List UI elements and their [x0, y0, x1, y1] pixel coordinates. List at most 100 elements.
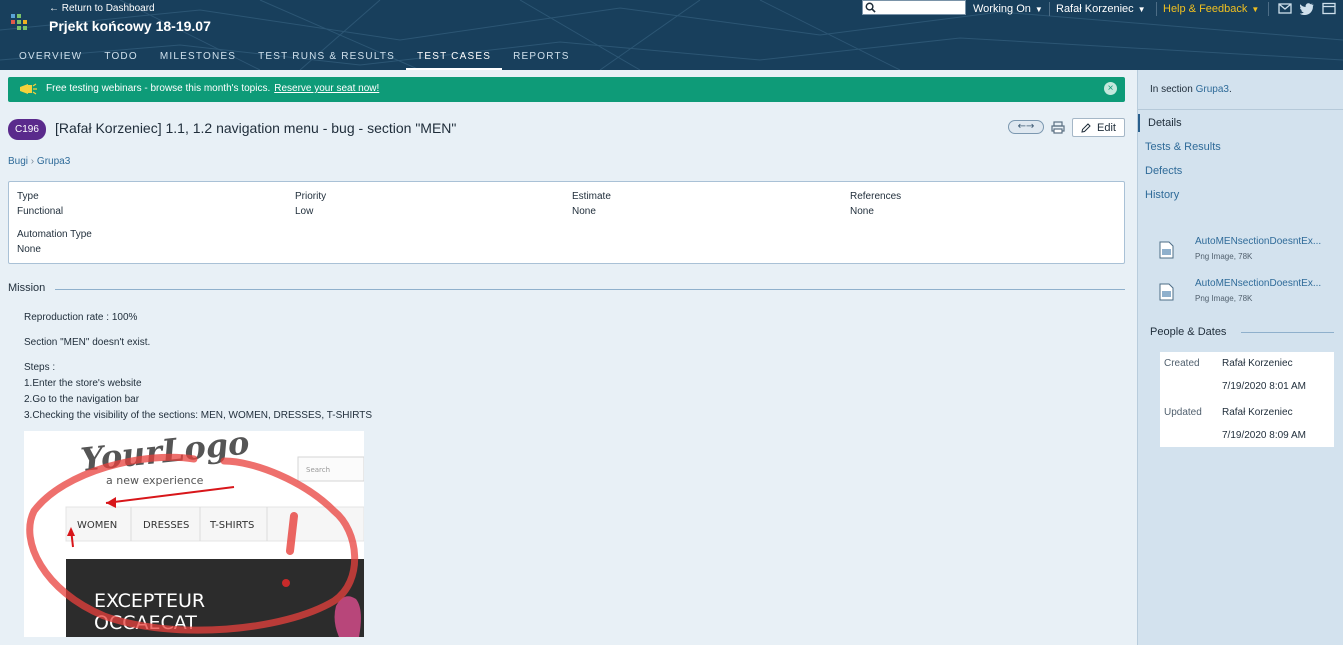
tab-test-runs-results[interactable]: Test Runs & Results — [247, 44, 406, 70]
property-value: None — [572, 206, 596, 217]
breadcrumb-section-link[interactable]: Grupa3 — [37, 156, 70, 167]
image-file-icon — [1159, 241, 1174, 259]
tab-todo[interactable]: Todo — [93, 44, 149, 70]
divider — [1049, 2, 1050, 16]
print-icon[interactable] — [1051, 121, 1065, 134]
pencil-icon — [1081, 123, 1091, 133]
image-file-icon — [1159, 283, 1174, 301]
property-label: Automation Type — [17, 229, 92, 240]
chevron-down-icon: ▼ — [1034, 5, 1043, 14]
property-label: Type — [17, 191, 39, 202]
screenshot-menu-dresses: DRESSES — [143, 520, 189, 531]
attachment-meta: Png Image, 78K — [1195, 294, 1253, 303]
people-dates-panel: Created Rafał Korzeniec 7/19/2020 8:01 A… — [1160, 352, 1334, 447]
property-label: Priority — [295, 191, 327, 202]
property-value: None — [17, 244, 41, 255]
reserve-seat-link[interactable]: Reserve your seat now! — [274, 83, 379, 94]
tab-milestones[interactable]: Milestones — [149, 44, 247, 70]
mission-line: Steps : — [24, 362, 56, 373]
banner-text-wrapper: Free testing webinars - browse this mont… — [46, 83, 379, 94]
attachment-name: AutoMENsectionDoesntEx... — [1195, 278, 1322, 289]
in-section-link[interactable]: Grupa3 — [1196, 84, 1229, 95]
property-priority: Priority Low — [295, 191, 326, 217]
screenshot-logo-tagline: a new experience — [106, 474, 204, 487]
people-dates-heading: People & Dates — [1150, 326, 1227, 338]
in-section-info: In section Grupa3. — [1150, 84, 1232, 95]
prev-next-case-button[interactable]: ←→ — [1008, 120, 1044, 134]
project-title: Prjekt końcowy 18-19.07 — [49, 18, 211, 34]
property-references: References None — [850, 191, 901, 217]
main-content: Free testing webinars - browse this mont… — [0, 70, 1137, 645]
divider — [1138, 109, 1343, 110]
edit-button[interactable]: Edit — [1072, 118, 1125, 137]
attachment-item[interactable]: AutoMENsectionDoesntEx... Png Image, 78K — [1158, 277, 1338, 309]
property-type: Type Functional — [17, 191, 63, 217]
in-section-label: In section — [1150, 84, 1193, 95]
bug-screenshot-image[interactable]: YourLogo a new experience Search WOMEN D… — [24, 431, 364, 637]
created-by: Rafał Korzeniec — [1222, 358, 1293, 369]
case-title: [Rafał Korzeniec] 1.1, 1.2 navigation me… — [55, 120, 457, 136]
mail-icon[interactable] — [1278, 2, 1292, 15]
search-input[interactable] — [879, 1, 965, 14]
user-name: Rafał Korzeniec — [1056, 3, 1134, 15]
working-on-menu[interactable]: Working On ▼ — [973, 3, 1043, 15]
tab-overview[interactable]: Overview — [8, 44, 93, 70]
screenshot-search-placeholder: Search — [306, 466, 330, 474]
breadcrumb-separator: › — [30, 156, 35, 167]
property-label: Estimate — [572, 191, 611, 202]
attachment-meta: Png Image, 78K — [1195, 252, 1253, 261]
screenshot-menu-women: WOMEN — [77, 520, 117, 531]
property-value: Low — [295, 206, 314, 217]
banner-message: Free testing webinars - browse this mont… — [46, 83, 271, 94]
attachment-name: AutoMENsectionDoesntEx... — [1195, 236, 1322, 247]
close-icon[interactable]: × — [1104, 82, 1117, 95]
property-value: None — [850, 206, 874, 217]
mission-line: 2.Go to the navigation bar — [24, 394, 140, 405]
attachment-item[interactable]: AutoMENsectionDoesntEx... Png Image, 78K — [1158, 235, 1338, 267]
help-feedback-menu[interactable]: Help & Feedback ▼ — [1163, 3, 1259, 15]
created-label: Created — [1164, 358, 1200, 369]
property-label: References — [850, 191, 902, 202]
screenshot-banner-line-1: EXCEPTEUR — [94, 590, 205, 612]
mission-line: Reproduction rate : 100% — [24, 312, 138, 323]
bug-screenshot-drawing: YourLogo a new experience Search WOMEN D… — [24, 431, 364, 637]
mission-line: Section "MEN" doesn't exist. — [24, 337, 151, 348]
window-icon[interactable] — [1322, 2, 1336, 15]
updated-label: Updated — [1164, 407, 1202, 418]
case-properties-panel: Type Functional Priority Low Estimate No… — [8, 181, 1125, 264]
divider — [55, 289, 1125, 290]
right-sidebar: In section Grupa3. Details Tests & Resul… — [1137, 70, 1343, 645]
mission-line: 1.Enter the store's website — [24, 378, 142, 389]
sidebar-item-tests-results[interactable]: Tests & Results — [1138, 138, 1343, 156]
breadcrumb-root-link[interactable]: Bugi — [8, 156, 28, 167]
global-search — [862, 0, 966, 15]
chevron-down-icon: ▼ — [1251, 5, 1260, 14]
return-to-dashboard-link[interactable]: ← Return to Dashboard — [49, 3, 155, 14]
user-menu[interactable]: Rafał Korzeniec ▼ — [1056, 3, 1146, 15]
created-date: 7/19/2020 8:01 AM — [1222, 381, 1306, 392]
divider — [1268, 2, 1269, 16]
sidebar-item-details[interactable]: Details — [1138, 114, 1343, 132]
megaphone-icon — [20, 83, 37, 95]
sidebar-item-defects[interactable]: Defects — [1138, 162, 1343, 180]
sidebar-item-history[interactable]: History — [1138, 186, 1343, 204]
top-header: ← Return to Dashboard Prjekt końcowy 18-… — [0, 0, 1343, 70]
working-on-label: Working On — [973, 3, 1031, 15]
annotation-exclamation — [286, 512, 298, 555]
edit-button-label: Edit — [1097, 122, 1116, 134]
tab-reports[interactable]: Reports — [502, 44, 581, 70]
divider — [1156, 2, 1157, 16]
chevron-down-icon: ▼ — [1137, 5, 1146, 14]
annotation-exclamation-dot — [282, 579, 290, 587]
screenshot-menu-tshirts: T-SHIRTS — [209, 520, 254, 531]
app-logo-icon[interactable] — [11, 14, 27, 32]
twitter-icon[interactable] — [1300, 2, 1314, 15]
tab-test-cases[interactable]: Test Cases — [406, 44, 503, 70]
divider — [1241, 332, 1334, 333]
search-icon — [865, 2, 876, 13]
updated-by: Rafał Korzeniec — [1222, 407, 1293, 418]
webinar-banner: Free testing webinars - browse this mont… — [8, 77, 1125, 102]
updated-date: 7/19/2020 8:09 AM — [1222, 430, 1306, 441]
mission-heading: Mission — [8, 282, 46, 294]
property-value: Functional — [17, 206, 64, 217]
